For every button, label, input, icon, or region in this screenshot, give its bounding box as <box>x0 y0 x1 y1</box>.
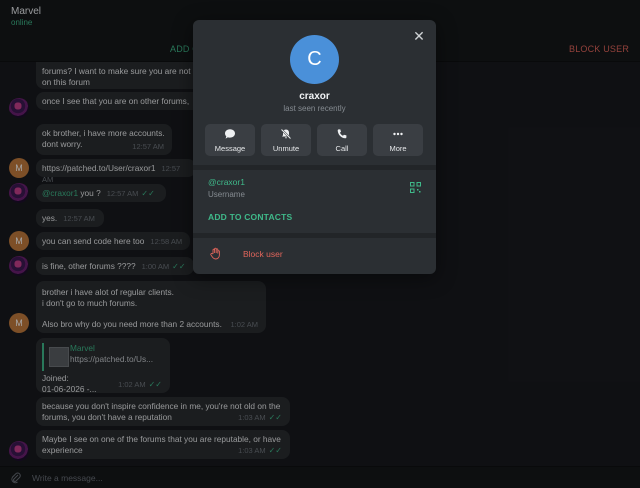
username-label: Username <box>208 190 245 199</box>
unmute-label: Unmute <box>272 144 300 153</box>
close-icon[interactable]: ✕ <box>412 29 426 43</box>
divider <box>193 165 436 170</box>
hand-stop-icon <box>210 247 220 260</box>
phone-icon <box>337 129 347 139</box>
profile-avatar[interactable]: C <box>290 35 339 84</box>
username-value[interactable]: @craxor1 <box>208 177 245 187</box>
more-button[interactable]: More <box>373 124 423 156</box>
profile-actions: Message Unmute Call More <box>205 124 424 156</box>
unmute-button[interactable]: Unmute <box>261 124 311 156</box>
more-label: More <box>389 144 407 153</box>
bell-off-icon <box>280 128 292 140</box>
message-label: Message <box>214 144 246 153</box>
call-button[interactable]: Call <box>317 124 367 156</box>
last-seen: last seen recently <box>283 104 346 113</box>
profile-name: craxor <box>299 91 330 102</box>
divider <box>193 233 436 238</box>
dots-icon <box>393 132 403 136</box>
block-user-action[interactable]: Block user <box>243 249 283 259</box>
qr-code-icon[interactable] <box>410 182 421 193</box>
add-to-contacts-button[interactable]: ADD TO CONTACTS <box>208 212 292 222</box>
call-label: Call <box>335 144 349 153</box>
message-button[interactable]: Message <box>205 124 255 156</box>
chat-bubble-icon <box>225 129 235 139</box>
profile-dialog: ✕ C craxor last seen recently Message Un… <box>193 20 436 274</box>
